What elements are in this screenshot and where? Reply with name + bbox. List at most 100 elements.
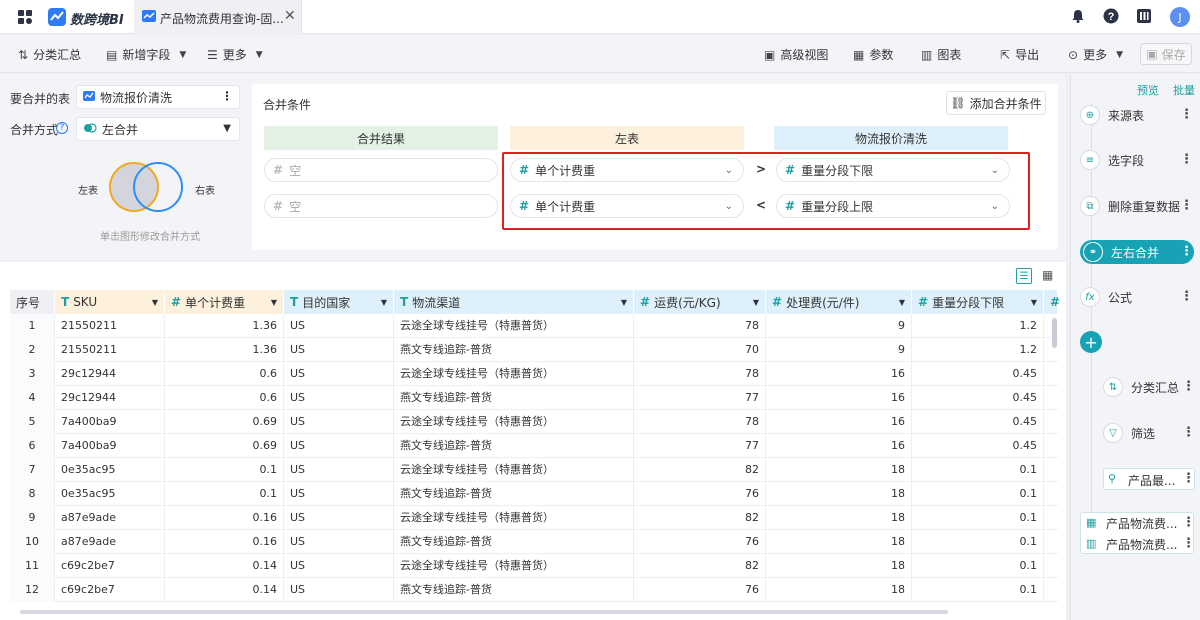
table-cell: c69c2be7 [55,554,165,578]
output-icon: ⚲ [1108,472,1117,485]
number-type-icon: # [918,295,929,309]
result-field-1[interactable]: # 空 [264,158,498,182]
more-vertical-icon[interactable]: ⋮ [1182,425,1195,440]
save-button[interactable]: ▣ 保存 [1140,43,1192,65]
table-cell: 燕文专线追踪-普货 [394,578,634,602]
caret-down-icon[interactable]: ▼ [899,298,905,307]
table-cell: 云途全球专线挂号（特惠普货） [394,554,634,578]
more-vertical-icon[interactable]: ⋮ [221,89,233,103]
header-freight[interactable]: # 运费(元/KG) ▼ [634,290,766,314]
header-weight-lower[interactable]: # 重量分段下限 ▼ [912,290,1044,314]
number-type-icon: # [1050,295,1061,309]
caret-down-icon[interactable]: ▼ [1031,298,1037,307]
merge-table-select[interactable]: 物流报价清洗 ⋮ [76,85,240,109]
table-view-icon[interactable]: ☰ [1016,268,1032,284]
caret-down-icon[interactable]: ▼ [621,298,627,307]
vertical-scrollbar[interactable] [1052,318,1057,348]
notification-bell-icon[interactable] [1070,8,1086,24]
more-vertical-icon[interactable]: ⋮ [1182,471,1195,486]
table-cell: 76 [634,578,766,602]
table-cell: 0.6 [165,386,284,410]
table-row[interactable]: 4 29c12944 0.6 US 燕文专线追踪-普货 77 16 0.45 [10,386,1058,410]
caret-down-icon[interactable]: ▼ [753,298,759,307]
add-field-button[interactable]: ▤ 新增字段 ▼ [106,46,186,63]
more-vertical-icon[interactable]: ⋮ [1180,244,1193,259]
apps-grid-icon[interactable] [18,10,32,24]
table-cell: 0.1 [912,578,1044,602]
header-weight[interactable]: # 单个计费重 ▼ [165,290,284,314]
venn-hint: 单击图形修改合并方式 [100,232,200,243]
table-row[interactable]: 5 7a400ba9 0.69 US 云途全球专线挂号（特惠普货） 78 16 0.45 [10,410,1058,434]
horizontal-scrollbar[interactable] [20,610,948,614]
add-field-icon: ▤ [106,47,118,62]
header-channel[interactable]: T 物流渠道 ▼ [394,290,634,314]
result-field-2[interactable]: # 空 [264,194,498,218]
export-label: 导出 [1015,48,1040,62]
formula-icon: fx [1080,287,1100,307]
group-summary-icon: ⇅ [18,47,29,62]
library-icon[interactable] [1136,8,1152,24]
table-row[interactable]: 8 0e35ac95 0.1 US 燕文专线追踪-普货 76 18 0.1 [10,482,1058,506]
more-right-button[interactable]: ⊙ 更多 ▼ [1068,46,1123,63]
more-left-button[interactable]: ☰ 更多 ▼ [207,46,263,63]
caret-down-icon[interactable]: ▼ [152,298,158,307]
merge-mode-select[interactable]: 左合并 ▼ [76,117,240,141]
step-select-fields[interactable]: ≡ 选字段 [1080,147,1144,173]
row-index: 8 [10,482,55,506]
table-cell: 燕文专线追踪-普货 [394,482,634,506]
params-button[interactable]: ▦ 参数 [853,46,893,63]
grid-view-icon[interactable]: ▦ [1042,268,1053,282]
step-merge[interactable]: ⚭ 左右合并 [1083,239,1159,265]
step-formula[interactable]: fx 公式 [1080,284,1132,310]
more-vertical-icon[interactable]: ⋮ [1180,107,1193,122]
table-row[interactable]: 9 a87e9ade 0.16 US 云途全球专线挂号（特惠普货） 82 18 0.1 [10,506,1058,530]
output-chart-label[interactable]: 产品物流费... [1106,536,1177,553]
export-button[interactable]: ⇱ 导出 [1000,46,1039,63]
close-icon[interactable]: ✕ [284,8,296,24]
more-vertical-icon[interactable]: ⋮ [1182,536,1195,551]
source-icon: ⊕ [1080,105,1100,125]
add-condition-button[interactable]: ⛓ 添加合并条件 [946,91,1046,115]
more-vertical-icon[interactable]: ⋮ [1180,198,1193,213]
table-row[interactable]: 12 c69c2be7 0.14 US 燕文专线追踪-普货 76 18 0.1 [10,578,1058,602]
advanced-view-button[interactable]: ▣ 高级视图 [764,46,828,63]
table-row[interactable]: 11 c69c2be7 0.14 US 云途全球专线挂号（特惠普货） 82 18 0.1 [10,554,1058,578]
help-icon[interactable]: ? [56,122,68,134]
table-cell: a87e9ade [55,506,165,530]
step-branch-filter[interactable]: ▽ 筛选 [1103,420,1155,446]
output-table-label[interactable]: 产品物流费... [1106,515,1177,532]
header-country[interactable]: T 目的国家 ▼ [284,290,394,314]
caret-down-icon[interactable]: ▼ [271,298,277,307]
preview-link[interactable]: 预览 [1137,82,1159,98]
header-label: 重量分段下限 [932,295,1005,310]
step-label: 删除重复数据 [1108,199,1181,214]
add-step-button[interactable]: + [1080,331,1102,353]
step-dedupe[interactable]: ⧉ 删除重复数据 [1080,193,1180,219]
group-summary-button[interactable]: ⇅ 分类汇总 [18,46,81,63]
batch-link[interactable]: 批量 [1173,82,1195,98]
help-icon[interactable]: ? [1103,8,1119,24]
caret-down-icon[interactable]: ▼ [381,298,387,307]
more-vertical-icon[interactable]: ⋮ [1182,379,1195,394]
table-cell: 0.14 [165,554,284,578]
table-row[interactable]: 6 7a400ba9 0.69 US 燕文专线追踪-普货 77 16 0.45 [10,434,1058,458]
more-vertical-icon[interactable]: ⋮ [1180,152,1193,167]
table-row[interactable]: 1 21550211 1.36 US 云途全球专线挂号（特惠普货） 78 9 1.2 [10,314,1058,338]
table-row[interactable]: 2 21550211 1.36 US 燕文专线追踪-普货 70 9 1.2 [10,338,1058,362]
step-source[interactable]: ⊕ 来源表 [1080,102,1144,128]
merge-table-label: 要合并的表 [10,92,71,106]
chart-button[interactable]: ▥ 图表 [921,46,961,63]
document-tab[interactable]: 产品物流费用查询-固... ✕ [134,0,302,34]
row-index: 12 [10,578,55,602]
table-row[interactable]: 10 a87e9ade 0.16 US 燕文专线追踪-普货 76 18 0.1 [10,530,1058,554]
header-sku[interactable]: T SKU ▼ [55,290,165,314]
table-row[interactable]: 3 29c12944 0.6 US 云途全球专线挂号（特惠普货） 78 16 0.45 [10,362,1058,386]
venn-diagram[interactable] [106,160,186,219]
step-branch-summary[interactable]: ⇅ 分类汇总 [1103,374,1179,400]
table-cell: US [284,458,394,482]
header-handling[interactable]: # 处理费(元/件) ▼ [766,290,912,314]
more-vertical-icon[interactable]: ⋮ [1182,515,1195,530]
user-avatar[interactable]: J [1170,7,1190,27]
more-vertical-icon[interactable]: ⋮ [1180,289,1193,304]
table-row[interactable]: 7 0e35ac95 0.1 US 云途全球专线挂号（特惠普货） 82 18 0.1 [10,458,1058,482]
